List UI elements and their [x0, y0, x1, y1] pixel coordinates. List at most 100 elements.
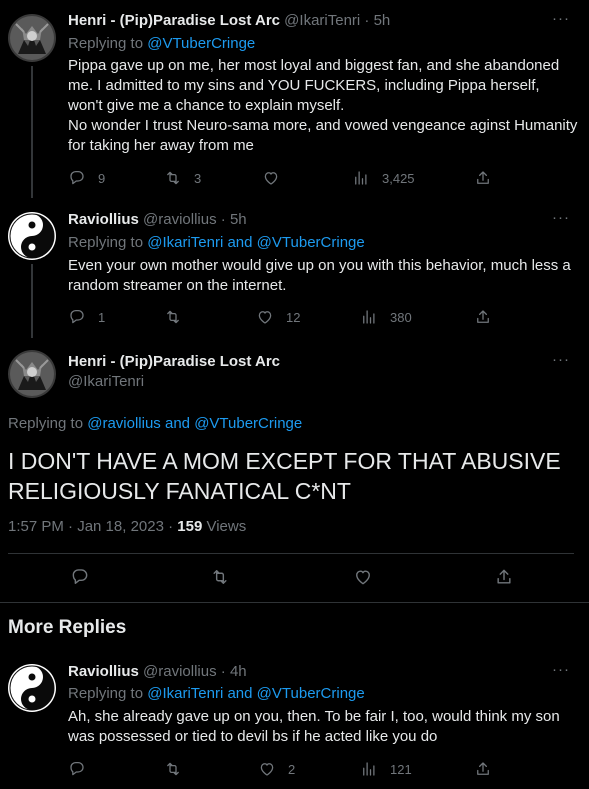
mention-link[interactable]: @VTuberCringe — [194, 415, 302, 432]
more-replies-heading: More Replies — [8, 617, 127, 638]
divider — [8, 553, 574, 554]
like-button[interactable]: 12 — [256, 307, 300, 327]
thread-line — [31, 264, 33, 338]
tweet-text: I DON'T HAVE A MOM EXCEPT FOR THAT ABUSI… — [8, 448, 561, 504]
like-count: 2 — [288, 761, 296, 777]
action-bar — [70, 567, 589, 587]
avatar[interactable] — [8, 14, 56, 62]
retweet-button[interactable] — [210, 567, 230, 587]
mention-link[interactable]: @VTuberCringe — [257, 685, 365, 702]
mention-link[interactable]: @VTuberCringe — [147, 35, 255, 52]
tweet-time[interactable]: 5h — [374, 12, 391, 29]
heart-icon — [356, 570, 370, 585]
author-handle[interactable]: @raviollius — [143, 663, 217, 680]
reply-icon — [72, 569, 88, 584]
share-button[interactable] — [474, 759, 492, 779]
avatar[interactable] — [8, 350, 56, 398]
tweet-header: Raviollius @raviollius · 5h — [68, 210, 589, 230]
reply-count: 9 — [98, 170, 106, 186]
tweet-header: Raviollius @raviollius · 4h — [68, 662, 589, 682]
reply-icon — [70, 761, 84, 776]
like-button[interactable] — [262, 168, 280, 188]
author-name[interactable]: Raviollius — [68, 211, 139, 228]
reply-count: 1 — [98, 309, 106, 325]
author-name[interactable]: Henri - (Pip)Paradise Lost Arc — [68, 353, 280, 370]
views-button[interactable]: 380 — [360, 307, 412, 327]
views-count: 3,425 — [382, 170, 415, 186]
action-bar: 2 121 — [68, 759, 589, 779]
more-options-icon[interactable]: ··· — [551, 11, 571, 32]
heart-icon — [258, 311, 272, 324]
share-button[interactable] — [494, 567, 514, 587]
action-bar: 9 3 3,425 — [68, 168, 589, 188]
tweet-raviollius-2[interactable]: Raviollius @raviollius · 4h ··· Replying… — [0, 650, 589, 789]
tweet-handle-row: @IkariTenri — [68, 372, 589, 392]
reply-button[interactable]: 1 — [68, 307, 105, 327]
reply-button[interactable] — [70, 567, 90, 587]
views-label: Views — [202, 518, 247, 535]
retweet-count: 3 — [194, 170, 202, 186]
replying-to-label: Replying to — [8, 415, 88, 432]
reply-button[interactable] — [68, 759, 86, 779]
tweet-henri-1[interactable]: Henri - (Pip)Paradise Lost Arc @IkariTen… — [0, 0, 589, 198]
action-bar: 1 12 380 — [68, 307, 589, 327]
replying-to-label: Replying to — [68, 234, 148, 251]
tweet-time[interactable]: 5h — [230, 211, 247, 228]
retweet-icon — [213, 570, 227, 584]
retweet-icon — [167, 310, 179, 324]
retweet-button[interactable] — [164, 307, 182, 327]
mention-and: and — [223, 234, 257, 251]
share-icon — [477, 171, 489, 184]
mention-and: and — [160, 415, 195, 432]
author-handle[interactable]: @IkariTenri — [284, 12, 360, 29]
section-divider — [0, 602, 589, 603]
mention-link[interactable]: @IkariTenri — [147, 234, 223, 251]
replying-to: Replying to @IkariTenri and @VTuberCring… — [68, 233, 365, 253]
replying-to: Replying to @raviollius and @VTuberCring… — [8, 414, 302, 434]
avatar[interactable] — [8, 664, 56, 712]
more-options-icon[interactable]: ··· — [551, 662, 571, 683]
like-button[interactable]: 2 — [258, 759, 295, 779]
author-name[interactable]: Raviollius — [68, 663, 139, 680]
replying-to: Replying to @IkariTenri and @VTuberCring… — [68, 684, 365, 704]
more-options-icon[interactable]: ··· — [551, 352, 571, 373]
retweet-icon — [167, 762, 179, 776]
views-button[interactable]: 121 — [360, 759, 412, 779]
tweet-timestamp[interactable]: 1:57 PM · Jan 18, 2023 · — [8, 518, 177, 535]
views-count: 159 — [177, 518, 203, 535]
separator-dot: · — [364, 12, 370, 29]
share-icon — [477, 310, 489, 323]
avatar[interactable] — [8, 212, 56, 260]
share-button[interactable] — [474, 307, 492, 327]
share-icon — [477, 762, 489, 775]
mention-link[interactable]: @VTuberCringe — [257, 234, 365, 251]
share-button[interactable] — [474, 168, 492, 188]
mention-and: and — [223, 685, 257, 702]
tweet-text: Even your own mother would give up on yo… — [68, 257, 575, 294]
views-count: 380 — [390, 309, 412, 325]
author-name[interactable]: Henri - (Pip)Paradise Lost Arc — [68, 12, 280, 29]
tweet-time[interactable]: 4h — [230, 663, 247, 680]
retweet-button[interactable] — [164, 759, 182, 779]
reply-icon — [70, 309, 84, 324]
more-options-icon[interactable]: ··· — [551, 210, 571, 231]
tweet-meta: 1:57 PM · Jan 18, 2023 · 159 Views — [8, 517, 246, 537]
like-button[interactable] — [353, 567, 373, 587]
author-handle[interactable]: @IkariTenri — [68, 373, 144, 390]
separator-dot: · — [220, 663, 226, 680]
views-button[interactable]: 3,425 — [352, 168, 415, 188]
views-icon — [363, 762, 375, 776]
tweet-text: Pippa gave up on me, her most loyal and … — [68, 57, 578, 154]
mention-link[interactable]: @raviollius — [87, 415, 161, 432]
thread-line — [31, 66, 33, 198]
views-icon — [355, 171, 367, 185]
author-handle[interactable]: @raviollius — [143, 211, 217, 228]
tweet-raviollius-1[interactable]: Raviollius @raviollius · 5h ··· Replying… — [0, 198, 589, 338]
retweet-button[interactable]: 3 — [164, 168, 201, 188]
heart-icon — [264, 172, 278, 185]
retweet-icon — [167, 171, 179, 185]
separator-dot: · — [220, 211, 226, 228]
replying-to: Replying to @VTuberCringe — [68, 34, 255, 54]
mention-link[interactable]: @IkariTenri — [147, 685, 223, 702]
reply-button[interactable]: 9 — [68, 168, 105, 188]
